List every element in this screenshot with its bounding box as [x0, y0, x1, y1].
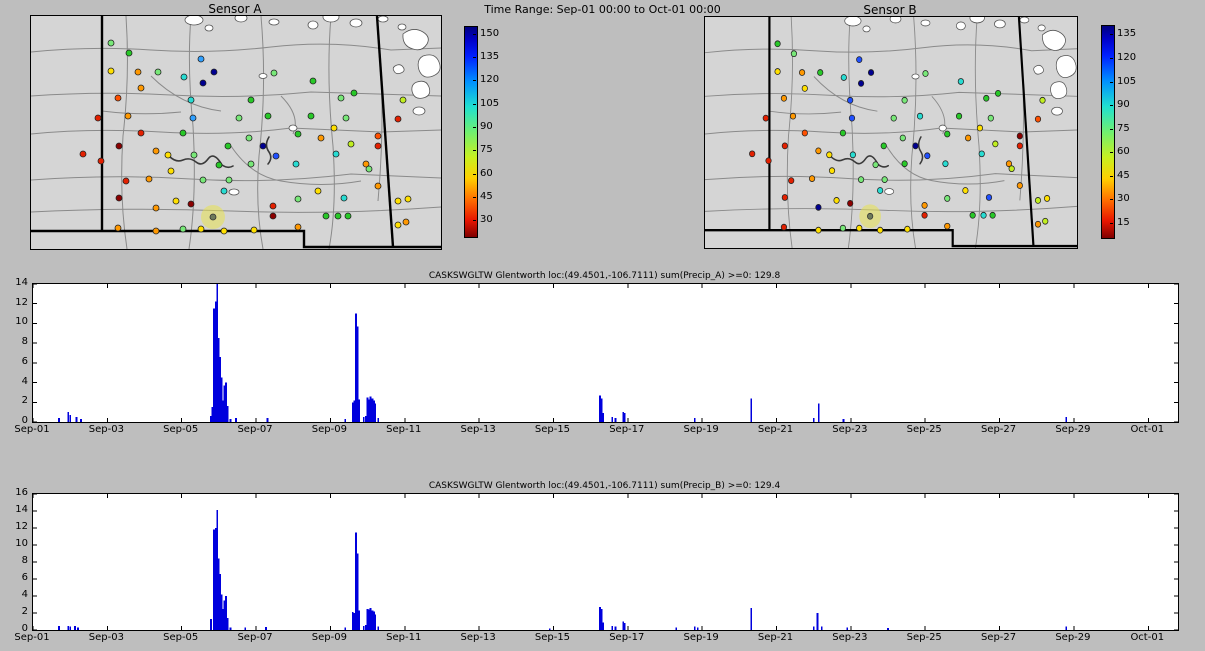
chart2-xtick-sep-17: Sep-17 [592, 632, 662, 644]
colorbar-a-tickmark [473, 80, 476, 81]
chart1-ytick-14: 14 [2, 277, 28, 289]
precip-b-bars [33, 494, 1178, 630]
chart2-xtick-sep-15: Sep-15 [517, 632, 587, 644]
chart1-xtick-sep-23: Sep-23 [815, 424, 885, 436]
colorbar-b-tickmark [1110, 58, 1113, 59]
precip-a-chart-title: CASKSWGLTW Glentworth loc:(49.4501,-106.… [32, 271, 1177, 281]
figure: Time Range: Sep-01 00:00 to Oct-01 00:00… [0, 0, 1205, 651]
chart1-xtick-oct-01: Oct-01 [1112, 424, 1182, 436]
chart2-ytick-14: 14 [2, 504, 28, 516]
colorbar-a-tickmark [473, 104, 476, 105]
chart1-xtick-sep-11: Sep-11 [369, 424, 439, 436]
chart2-xtick-sep-25: Sep-25 [889, 632, 959, 644]
precip-a-chart [32, 283, 1179, 423]
chart1-ytick-8: 8 [2, 336, 28, 348]
chart1-xtick-sep-15: Sep-15 [517, 424, 587, 436]
colorbar-a-tick-label: 45 [480, 191, 493, 203]
colorbar-b-tick-label: 90 [1117, 99, 1130, 111]
colorbar-b-tick-label: 135 [1117, 28, 1136, 40]
colorbar-b-tickmark [1110, 199, 1113, 200]
colorbar-b-tick-label: 30 [1117, 193, 1130, 205]
chart2-ytick-2: 2 [2, 606, 28, 618]
map-sensor-a [30, 15, 442, 250]
colorbar-a-tickmark [473, 127, 476, 128]
highlighted-station-marker [867, 213, 872, 219]
chart1-xtick-sep-29: Sep-29 [1038, 424, 1108, 436]
map-b-title: Sensor B [704, 3, 1076, 17]
chart2-xtick-sep-03: Sep-03 [71, 632, 141, 644]
chart2-ytick-4: 4 [2, 589, 28, 601]
chart2-xtick-sep-21: Sep-21 [741, 632, 811, 644]
highlighted-station-marker [210, 214, 216, 220]
colorbar-a-tickmark [473, 220, 476, 221]
chart1-ytick-6: 6 [2, 356, 28, 368]
colorbar-a-tick-label: 60 [480, 168, 493, 180]
chart2-ytick-0: 0 [2, 623, 28, 635]
precip-b-chart-title: CASKSWGLTW Glentworth loc:(49.4501,-106.… [32, 481, 1177, 491]
colorbar-b-tick-label: 60 [1117, 146, 1130, 158]
colorbar-a-tick-label: 135 [480, 51, 499, 63]
colorbar-b-tickmark [1110, 82, 1113, 83]
chart1-ytick-10: 10 [2, 316, 28, 328]
map-b-canvas [705, 17, 1077, 248]
colorbar-a-tick-label: 30 [480, 214, 493, 226]
chart1-xtick-sep-17: Sep-17 [592, 424, 662, 436]
colorbar-b-tickmark [1110, 34, 1113, 35]
chart2-xtick-sep-27: Sep-27 [964, 632, 1034, 644]
colorbar-a-tickmark [473, 57, 476, 58]
colorbar-a-tickmark [473, 150, 476, 151]
colorbar-b-tickmark [1110, 129, 1113, 130]
chart2-ytick-8: 8 [2, 555, 28, 567]
colorbar-a-tickmark [473, 174, 476, 175]
map-a-canvas [31, 16, 441, 249]
colorbar-b-tick-label: 15 [1117, 217, 1130, 229]
chart2-xtick-sep-29: Sep-29 [1038, 632, 1108, 644]
chart1-xtick-sep-25: Sep-25 [889, 424, 959, 436]
colorbar-a-tick-label: 120 [480, 74, 499, 86]
chart2-xtick-sep-11: Sep-11 [369, 632, 439, 644]
colorbar-a-tick-label: 105 [480, 98, 499, 110]
precip-b-chart [32, 493, 1179, 631]
colorbar-a-tickmark [473, 197, 476, 198]
colorbar-a-tick-label: 75 [480, 144, 493, 156]
chart1-ytick-0: 0 [2, 415, 28, 427]
chart2-xtick-sep-07: Sep-07 [220, 632, 290, 644]
colorbar-b-tickmark [1110, 105, 1113, 106]
colorbar-b-tickmark [1110, 176, 1113, 177]
chart1-xtick-sep-13: Sep-13 [443, 424, 513, 436]
colorbar-b-tick-label: 120 [1117, 52, 1136, 64]
chart2-xtick-sep-09: Sep-09 [294, 632, 364, 644]
map-a-title: Sensor A [30, 2, 440, 16]
colorbar-b-tick-label: 75 [1117, 123, 1130, 135]
colorbar-a-tick-label: 90 [480, 121, 493, 133]
chart2-ytick-12: 12 [2, 521, 28, 533]
colorbar-b-tick-label: 45 [1117, 170, 1130, 182]
chart1-xtick-sep-03: Sep-03 [71, 424, 141, 436]
chart1-xtick-sep-27: Sep-27 [964, 424, 1034, 436]
chart2-xtick-oct-01: Oct-01 [1112, 632, 1182, 644]
chart1-xtick-sep-19: Sep-19 [666, 424, 736, 436]
chart1-ytick-4: 4 [2, 376, 28, 388]
chart2-ytick-6: 6 [2, 572, 28, 584]
chart2-xtick-sep-13: Sep-13 [443, 632, 513, 644]
chart2-ytick-16: 16 [2, 487, 28, 499]
chart1-ytick-12: 12 [2, 297, 28, 309]
chart1-xtick-sep-09: Sep-09 [294, 424, 364, 436]
chart1-xtick-sep-21: Sep-21 [741, 424, 811, 436]
chart1-ytick-2: 2 [2, 395, 28, 407]
chart2-xtick-sep-05: Sep-05 [146, 632, 216, 644]
colorbar-b-tickmark [1110, 152, 1113, 153]
map-sensor-b [704, 16, 1078, 249]
colorbar-b-tickmark [1110, 223, 1113, 224]
colorbar-a-tickmark [473, 34, 476, 35]
chart1-xtick-sep-07: Sep-07 [220, 424, 290, 436]
colorbar-b-tick-label: 105 [1117, 76, 1136, 88]
chart1-xtick-sep-05: Sep-05 [146, 424, 216, 436]
chart2-xtick-sep-23: Sep-23 [815, 632, 885, 644]
chart2-ytick-10: 10 [2, 538, 28, 550]
chart2-xtick-sep-19: Sep-19 [666, 632, 736, 644]
precip-a-bars [33, 284, 1178, 422]
colorbar-a-tick-label: 150 [480, 28, 499, 40]
